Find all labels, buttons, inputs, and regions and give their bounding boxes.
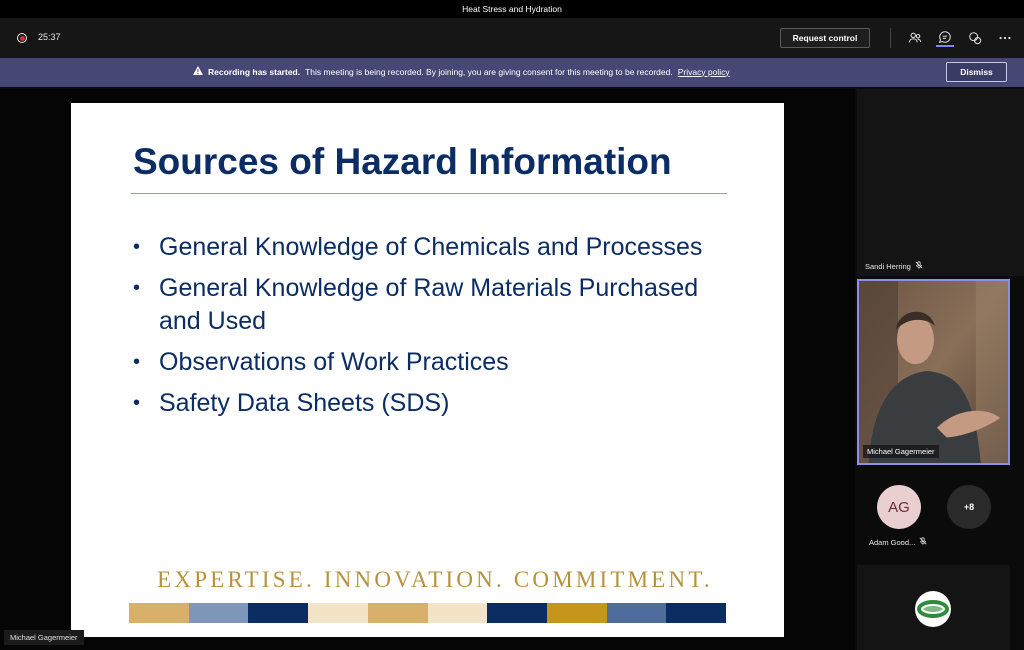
avatar[interactable]: AG [877, 485, 921, 529]
bullet-icon: • [133, 236, 141, 258]
bullet-item: • General Knowledge of Chemicals and Proc… [131, 231, 731, 264]
presentation-slide: Sources of Hazard Information • General K… [71, 103, 784, 637]
color-bar-segment [129, 603, 189, 623]
more-icon[interactable] [996, 29, 1014, 47]
mic-muted-icon [919, 537, 927, 547]
bullet-icon: • [133, 351, 141, 373]
color-bar-segment [248, 603, 309, 623]
more-participants-button[interactable]: +8 [947, 485, 991, 529]
color-bar-segment [308, 603, 368, 623]
color-bar-segment [606, 603, 667, 623]
participant-panel: Sandi Herring Michael Gagermeier AG +8 A… [857, 89, 1024, 650]
bullet-icon: • [133, 277, 141, 299]
color-bar-segment [367, 603, 428, 623]
teams-meeting-window: Heat Stress and Hydration 25:37 Request … [0, 0, 1024, 650]
color-bar-segment [487, 603, 547, 623]
video-participant-name: Michael Gagermeier [863, 445, 939, 458]
recording-icon [17, 33, 27, 43]
reactions-icon[interactable] [966, 29, 984, 47]
dismiss-button[interactable]: Dismiss [946, 62, 1007, 82]
participant-video-feed [859, 281, 1008, 463]
participant-name-label: Sandi Herring [865, 261, 923, 271]
meeting-timer: 25:37 [38, 32, 61, 42]
presenter-name-label: Michael Gagermeier [4, 630, 84, 645]
avatar-name-label: Adam Good... [869, 537, 927, 547]
title-divider [131, 193, 727, 194]
meeting-controls-bar: 25:37 Request control [0, 18, 1024, 58]
organization-logo-icon [915, 591, 951, 627]
slide-bullet-list: • General Knowledge of Chemicals and Proc… [131, 231, 731, 428]
shared-content-stage: Sources of Hazard Information • General K… [0, 89, 855, 650]
warning-icon [193, 66, 203, 77]
participant-video-michael[interactable]: Michael Gagermeier [857, 279, 1010, 465]
bullet-icon: • [133, 392, 141, 414]
privacy-policy-link[interactable]: Privacy policy [678, 67, 730, 77]
bullet-item: • Safety Data Sheets (SDS) [131, 387, 731, 420]
people-icon[interactable] [906, 29, 924, 47]
window-title-bar: Heat Stress and Hydration [0, 0, 1024, 18]
color-bar-segment [666, 603, 727, 623]
color-bar-segment [188, 603, 249, 623]
request-control-button[interactable]: Request control [780, 28, 870, 48]
slide-title: Sources of Hazard Information [133, 141, 672, 182]
recording-banner: Recording has started. This meeting is b… [0, 58, 1024, 87]
color-bar-segment [546, 603, 607, 623]
participant-tile-sandi[interactable]: Sandi Herring [857, 89, 1024, 276]
recording-started-text: Recording has started. [208, 66, 301, 77]
chat-icon[interactable] [936, 29, 954, 47]
slide-color-bar [129, 603, 727, 623]
color-bar-segment [427, 603, 488, 623]
mic-muted-icon [915, 261, 923, 271]
bullet-item: • General Knowledge of Raw Materials Purc… [133, 274, 699, 335]
slide-tagline: EXPERTISE. INNOVATION. COMMITMENT. [157, 567, 713, 592]
bullet-item: • Observations of Work Practices [131, 346, 731, 379]
window-title: Heat Stress and Hydration [462, 4, 562, 14]
toolbar-divider [890, 28, 891, 48]
recording-consent-text: This meeting is being recorded. By joini… [305, 66, 673, 77]
